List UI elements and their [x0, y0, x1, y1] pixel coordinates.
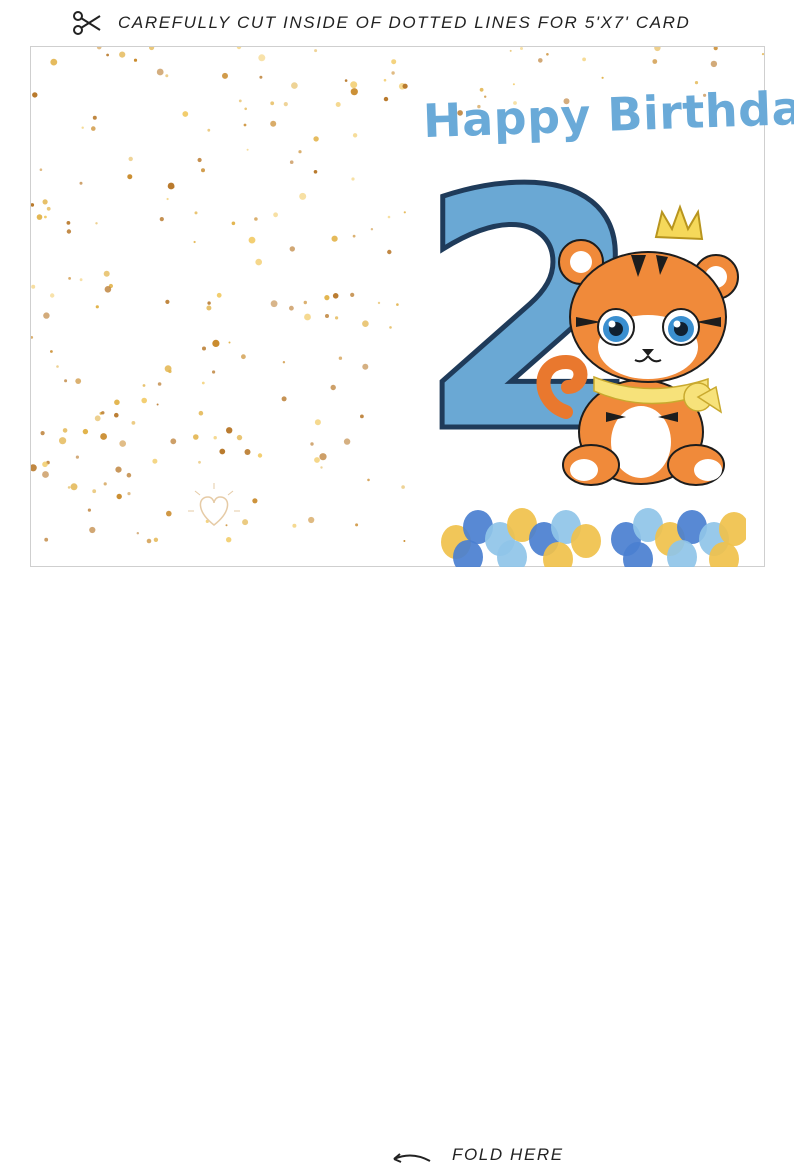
cut-instruction-bar: CAREFULLY CUT INSIDE OF DOTTED LINES FOR…: [0, 0, 794, 46]
scissors-icon: [73, 11, 101, 35]
fold-here-label: FOLD HERE: [452, 1145, 564, 1164]
birthday-card: Happy Birthday 2: [30, 46, 794, 567]
balloon-cluster: [441, 508, 746, 567]
fold-instruction-bar: FOLD HERE: [0, 568, 794, 1164]
curved-arrow-icon: [393, 1153, 431, 1163]
tiger-cub: [558, 204, 739, 486]
cut-instruction-text: CAREFULLY CUT INSIDE OF DOTTED LINES FOR…: [118, 13, 691, 32]
heart-of-creation-logo: [188, 483, 240, 526]
card-illustration: 2: [416, 167, 746, 567]
